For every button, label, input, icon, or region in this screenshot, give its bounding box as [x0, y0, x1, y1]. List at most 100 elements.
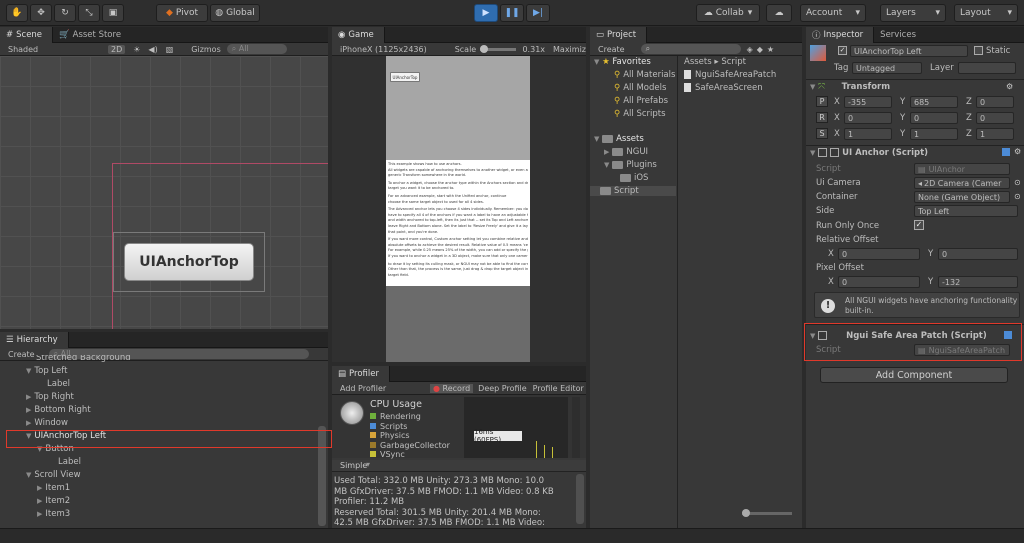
project-create-dropdown[interactable]: Create — [598, 45, 625, 54]
scene-search-input[interactable]: ⌕ All — [226, 44, 287, 54]
hand-tool-icon[interactable]: ✋ — [6, 4, 28, 22]
icon-size-slider[interactable] — [742, 509, 792, 517]
global-button[interactable]: ◍ Global — [210, 4, 260, 22]
component-enabled-checkbox[interactable] — [818, 148, 828, 157]
cloud-button[interactable]: ☁ — [766, 4, 792, 22]
rotate-tool-icon[interactable]: ↻ — [54, 4, 76, 22]
scene-ui-anchor-button[interactable]: UIAnchorTop — [124, 243, 254, 281]
hierarchy-item[interactable]: ▶ Item3 — [37, 509, 70, 519]
object-picker-icon[interactable]: ⊙ — [1014, 192, 1021, 201]
maximize-toggle[interactable]: Maximiz — [553, 45, 586, 54]
project-search-input[interactable]: ⌕ — [640, 44, 741, 54]
tab-game[interactable]: ◉ Game — [332, 26, 385, 43]
foldout-arrow-icon[interactable]: ▶ — [37, 497, 42, 505]
layout-dropdown[interactable]: Layout ▾ — [954, 4, 1018, 22]
static-checkbox[interactable] — [974, 46, 983, 55]
scale-tool-icon[interactable]: ⤡ — [78, 4, 100, 22]
record-toggle[interactable]: ● Record — [430, 383, 474, 393]
ui-camera-field[interactable]: ◂ 2D Camera (Camer — [914, 177, 1010, 189]
gear-icon[interactable]: ⚙ — [1006, 82, 1013, 91]
mode-2d-toggle[interactable]: 2D — [108, 44, 126, 54]
transform-pos-y-field[interactable]: 685 — [910, 96, 958, 108]
hierarchy-item[interactable]: ▶ Item1 — [37, 483, 70, 493]
relative-y-field[interactable]: 0 — [938, 248, 1018, 260]
foldout-arrow-icon[interactable]: ▼ — [26, 367, 31, 375]
side-dropdown[interactable]: Top Left — [914, 205, 1018, 217]
profiler-mode-dropdown[interactable]: Simple — [340, 461, 367, 470]
script-file-item[interactable]: SafeAreaScreen — [684, 83, 763, 93]
tag-dropdown[interactable]: Untagged — [852, 62, 922, 74]
step-button[interactable]: ▶| — [526, 4, 550, 22]
breadcrumb-script[interactable]: Script — [721, 57, 746, 67]
transform-rot-button[interactable]: R — [816, 112, 828, 123]
legend-item[interactable]: GarbageCollector — [370, 441, 470, 451]
game-ui-anchor-button[interactable]: UIAnchorTop — [390, 72, 420, 82]
transform-rot-y-field[interactable]: 0 — [910, 112, 958, 124]
hierarchy-item[interactable]: ▶ Item2 — [37, 496, 70, 506]
tab-profiler[interactable]: ▤ Profiler — [332, 365, 390, 382]
add-profiler-dropdown[interactable]: Add Profiler — [340, 384, 430, 393]
collab-dropdown[interactable]: ☁ Collab ▾ — [696, 4, 760, 22]
pause-button[interactable]: ❚❚ — [500, 4, 524, 22]
profile-editor-toggle[interactable]: Profile Editor — [533, 384, 584, 393]
layers-dropdown[interactable]: Layers ▾ — [880, 4, 946, 22]
tab-project[interactable]: ▭ Project — [590, 26, 648, 43]
tab-scene[interactable]: # Scene — [0, 26, 54, 43]
asset-folder-item[interactable]: ▶ NGUI — [604, 147, 648, 157]
help-icon[interactable] — [1002, 148, 1010, 156]
run-only-once-checkbox[interactable]: ✓ — [914, 220, 924, 230]
hierarchy-item[interactable]: ▶ Window — [26, 418, 68, 428]
add-component-button[interactable]: Add Component — [820, 367, 1008, 383]
legend-item[interactable]: Rendering — [370, 412, 470, 422]
hierarchy-item[interactable]: ▶ Bottom Right — [26, 405, 91, 415]
pixel-y-field[interactable]: -132 — [938, 276, 1018, 288]
asset-folder-item[interactable]: iOS — [620, 173, 648, 183]
legend-item[interactable]: VSync — [370, 450, 470, 460]
favorites-section[interactable]: ▼ ★ Favorites — [594, 57, 651, 67]
script-file-item[interactable]: NguiSafeAreaPatch — [684, 70, 776, 80]
profiler-graph-scrollbar[interactable] — [572, 397, 580, 458]
scene-viewport[interactable]: UIAnchorTop — [0, 56, 328, 329]
assets-folder[interactable]: ▼ Assets — [594, 134, 644, 144]
gizmos-dropdown[interactable]: Gizmos — [191, 45, 220, 54]
foldout-arrow-icon[interactable]: ▼ — [604, 161, 609, 169]
rect-tool-icon[interactable]: ▣ — [102, 4, 124, 22]
cpu-graph[interactable]: 16ms (60FPS) — [464, 397, 568, 458]
foldout-arrow-icon[interactable]: ▶ — [604, 148, 609, 156]
hierarchy-item[interactable]: ▼ Scroll View — [26, 470, 81, 480]
transform-scale-button[interactable]: S — [816, 128, 828, 139]
tab-inspector[interactable]: ⓘ Inspector — [806, 26, 875, 43]
resolution-dropdown[interactable]: iPhoneX (1125x2436) — [340, 45, 449, 54]
scale-slider[interactable] — [480, 44, 517, 53]
object-picker-icon[interactable]: ⊙ — [1014, 178, 1021, 187]
gear-icon[interactable]: ⚙ — [1014, 147, 1021, 156]
shading-dropdown[interactable]: Shaded — [8, 45, 58, 54]
foldout-arrow-icon[interactable]: ▶ — [26, 393, 31, 401]
icon-size-slider-handle[interactable] — [742, 509, 750, 517]
active-checkbox[interactable]: ✓ — [838, 46, 847, 55]
favorite-item[interactable]: ⚲ All Models — [614, 83, 666, 93]
filter-type-icon[interactable]: ◈ — [747, 45, 753, 54]
hierarchy-item[interactable]: ▼ Top Left — [26, 366, 67, 376]
light-icon[interactable]: ☀ — [133, 45, 140, 54]
transform-scale-z-field[interactable]: 1 — [976, 128, 1014, 140]
container-field[interactable]: None (Game Object) — [914, 191, 1010, 203]
transform-rot-x-field[interactable]: 0 — [844, 112, 892, 124]
asset-folder-item[interactable]: Script — [590, 186, 676, 196]
scale-slider-handle[interactable] — [480, 44, 489, 53]
transform-scale-y-field[interactable]: 1 — [910, 128, 958, 140]
transform-foldout[interactable]: ▼ ⤧ Transform — [810, 82, 890, 92]
relative-x-field[interactable]: 0 — [838, 248, 920, 260]
star-icon[interactable]: ★ — [767, 45, 774, 54]
asset-folder-item[interactable]: ▼ Plugins — [604, 160, 657, 170]
transform-rot-z-field[interactable]: 0 — [976, 112, 1014, 124]
move-tool-icon[interactable]: ✥ — [30, 4, 52, 22]
hierarchy-item[interactable]: Stretched Background — [26, 355, 131, 363]
tab-asset-store[interactable]: 🛒 Asset Store — [53, 27, 131, 43]
profiler-stats-scrollbar[interactable] — [576, 474, 584, 524]
transform-pos-x-field[interactable]: -355 — [844, 96, 892, 108]
tab-hierarchy[interactable]: ☰ Hierarchy — [0, 331, 69, 348]
audio-icon[interactable]: ◀) — [148, 45, 157, 54]
pivot-button[interactable]: ◆ Pivot — [156, 4, 208, 22]
effects-icon[interactable]: ▧ — [166, 45, 174, 54]
